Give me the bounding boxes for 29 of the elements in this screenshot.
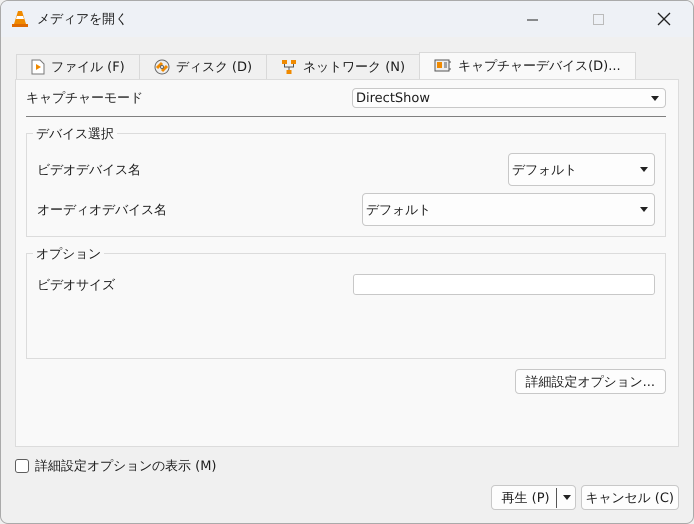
window-title: メディアを開く [37,11,129,28]
group-title: オプション [33,245,104,263]
video-device-label: ビデオデバイス名 [37,162,141,178]
capture-card-icon [434,58,452,74]
advanced-options-button[interactable]: 詳細設定オプション... [514,369,666,394]
group-title: デバイス選択 [33,125,117,143]
checkbox-label: 詳細設定オプションの表示 (M) [35,458,216,475]
video-device-dropdown[interactable]: デフォルト [508,153,655,186]
traffic-cone-icon [11,10,29,28]
maximize-icon [592,14,604,24]
caret-icon [651,96,659,100]
network-icon [281,59,298,75]
capture-mode-label: キャプチャーモード [26,90,143,107]
caret-icon [640,167,648,172]
disc-icon [154,59,170,75]
caret-icon [640,207,648,212]
video-size-label: ビデオサイズ [37,276,115,294]
play-button[interactable]: 再生 (P) [490,485,576,510]
audio-device-dropdown[interactable]: デフォルト [362,193,655,226]
cancel-button[interactable]: キャンセル (C) [580,485,679,510]
tab[interactable]: ファイル (F) [16,54,140,79]
tab[interactable]: キャプチャーデバイス(D)... [419,52,636,79]
checkbox[interactable] [15,459,29,473]
caret-icon [562,495,571,500]
close-icon [657,12,671,26]
file-icon [31,59,45,75]
capture-mode-dropdown[interactable]: DirectShow [352,88,666,108]
audio-device-label: オーディオデバイス名 [37,202,167,218]
video-size-field[interactable] [353,274,655,295]
